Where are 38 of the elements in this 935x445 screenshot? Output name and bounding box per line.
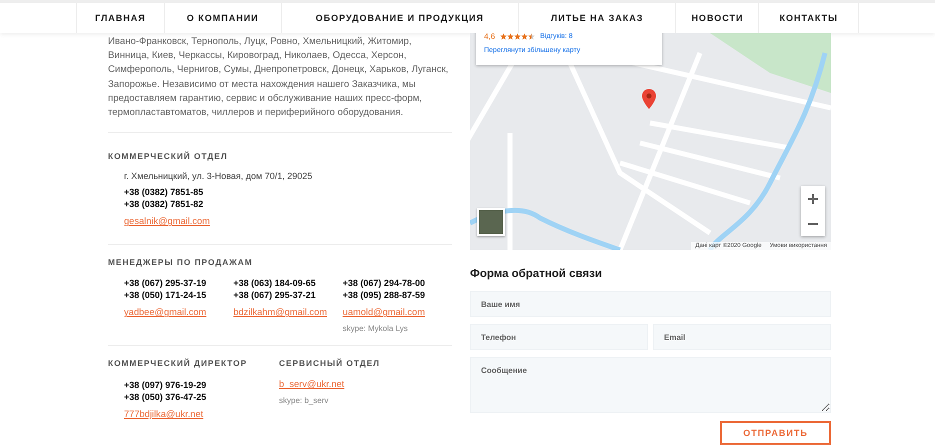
email-link[interactable]: bdzilkahm@gmail.com xyxy=(233,307,327,318)
intro-paragraph: Ивано-Франковск, Тернополь, Луцк, Ровно, Хмельницкий, Житомир, Винница, Киев, Черкассы, Кировоград, Николаев, Одесса, Херсон, Симферополь, Чернигов, Сумы, Днепропетровск, Донецк, Харьков, Луганск, Запорожье. Независимо от места нахождения нашего Заказчика, мы предоставляем гарантию, сервис и обслуживание наших пресс-форм, термопластавтоматов, чиллеров и периферийного оборудования. xyxy=(108,35,450,120)
form-title: Форма обратной связи xyxy=(470,268,603,280)
email-link[interactable]: yadbee@gmail.com xyxy=(124,307,206,318)
map-pin-icon xyxy=(642,89,656,109)
submit-button[interactable]: ОТПРАВИТЬ xyxy=(720,421,831,445)
address: г. Хмельницкий, ул. 3-Новая, дом 70/1, 29025 xyxy=(124,171,314,182)
email-link[interactable]: 777bdjilka@ukr.net xyxy=(124,409,204,420)
phone-number: +38 (095) 288-87-59 xyxy=(342,289,426,302)
phone-number: +38 (0382) 7851-82 xyxy=(124,198,204,210)
nav-link[interactable]: ГЛАВНАЯ xyxy=(76,3,164,33)
satellite-thumbnail[interactable] xyxy=(477,208,505,236)
input-field[interactable]: Email xyxy=(653,324,831,350)
section-heading: СЕРВИСНЫЙ ОТДЕЛ xyxy=(279,358,381,368)
phone-number: +38 (067) 294-78-00 xyxy=(342,277,426,290)
message-field[interactable]: Сообщение xyxy=(470,357,831,413)
phone-number: +38 (063) 184-09-65 xyxy=(233,277,317,290)
phone-number: +38 (0382) 7851-85 xyxy=(124,186,204,198)
skype-name: skype: b_serv xyxy=(279,396,330,406)
email-link[interactable]: b_serv@ukr.net xyxy=(279,379,344,390)
zoom-in-button[interactable] xyxy=(801,186,825,211)
phone-number: +38 (067) 295-37-21 xyxy=(233,289,317,302)
nav-link[interactable]: О КОМПАНИИ xyxy=(164,3,281,33)
phone-number: +38 (097) 976-19-29 xyxy=(124,379,208,392)
phone-number: +38 (050) 376-47-25 xyxy=(124,391,208,404)
section-heading: МЕНЕДЖЕРЫ ПО ПРОДАЖАМ xyxy=(108,257,254,268)
email-link[interactable]: uamold@gmail.com xyxy=(342,307,425,318)
rating-value: 4,6 xyxy=(484,33,496,41)
input-field[interactable]: Ваше имя xyxy=(470,291,831,317)
plus-icon xyxy=(808,194,818,204)
zoom-out-button[interactable] xyxy=(801,211,825,236)
phone-number: +38 (067) 295-37-19 xyxy=(124,277,208,290)
input-field[interactable]: Телефон xyxy=(470,324,648,350)
section-heading: КОММЕРЧЕСКИЙ ОТДЕЛ xyxy=(108,151,229,162)
section-heading: КОММЕРЧЕСКИЙ ДИРЕКТОР xyxy=(108,358,248,368)
skype-name: skype: Mykola Lys xyxy=(342,324,409,334)
phone-number: +38 (050) 171-24-15 xyxy=(124,289,208,302)
email-link[interactable]: gesalnik@gmail.com xyxy=(124,216,210,226)
